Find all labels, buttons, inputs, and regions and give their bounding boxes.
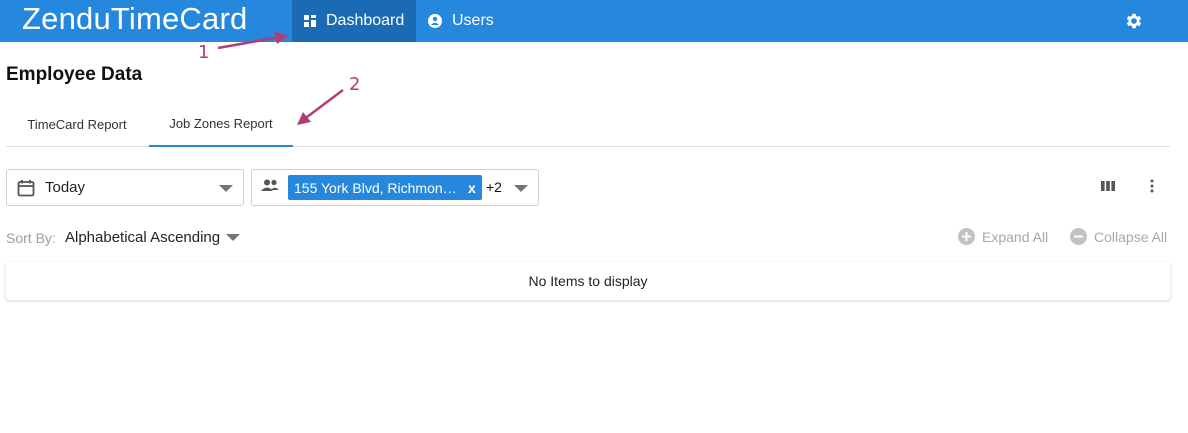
collapse-all-label: Collapse All <box>1094 228 1168 245</box>
nav-item-dashboard[interactable]: Dashboard <box>292 0 416 42</box>
nav-item-users[interactable]: Users <box>418 0 508 42</box>
nav-item-label: Users <box>452 12 494 29</box>
chevron-down-icon[interactable] <box>226 234 240 241</box>
report-tabs: TimeCard Report Job Zones Report <box>6 102 1170 147</box>
sort-label: Sort By: <box>6 230 56 246</box>
app-brand[interactable]: ZenduTimeCard <box>22 1 247 37</box>
job-zone-chip[interactable]: 155 York Blvd, Richmond Hill x <box>288 175 482 200</box>
gear-icon[interactable] <box>1124 11 1144 31</box>
annotation-label-2: 2 <box>349 74 361 95</box>
page-title: Employee Data <box>6 64 143 85</box>
user-circle-icon <box>428 14 442 28</box>
more-zones-count: +2 <box>486 179 502 195</box>
tab-timecard-report[interactable]: TimeCard Report <box>6 102 148 146</box>
chip-remove-button[interactable]: x <box>468 180 476 196</box>
job-zone-select[interactable]: 155 York Blvd, Richmond Hill x +2 <box>251 169 539 206</box>
annotation-arrows <box>217 31 344 125</box>
collapse-all-button[interactable]: Collapse All <box>1070 228 1167 245</box>
date-range-select[interactable]: Today <box>6 169 244 206</box>
calendar-icon <box>17 179 35 196</box>
expand-all-label: Expand All <box>982 228 1049 245</box>
job-zone-chip-label: 155 York Blvd, Richmond Hill <box>294 179 460 196</box>
chevron-down-icon <box>514 185 528 192</box>
plus-circle-icon <box>958 228 975 245</box>
tab-job-zones-report[interactable]: Job Zones Report <box>149 102 293 147</box>
nav-item-label: Dashboard <box>326 12 405 29</box>
date-range-value: Today <box>45 179 86 196</box>
people-icon <box>261 179 279 191</box>
columns-icon[interactable] <box>1101 180 1115 192</box>
top-app-bar: ZenduTimeCard Dashboard Users <box>0 0 1188 42</box>
expand-all-button[interactable]: Expand All <box>958 228 1048 245</box>
chevron-down-icon <box>219 185 233 192</box>
annotation-label-1: 1 <box>198 42 210 63</box>
minus-circle-icon <box>1070 228 1087 245</box>
empty-message: No Items to display <box>528 273 648 289</box>
more-vertical-icon[interactable] <box>1149 179 1155 193</box>
dashboard-icon <box>304 15 316 27</box>
sort-select[interactable]: Alphabetical Ascending <box>65 229 220 246</box>
results-panel: No Items to display <box>6 262 1170 300</box>
